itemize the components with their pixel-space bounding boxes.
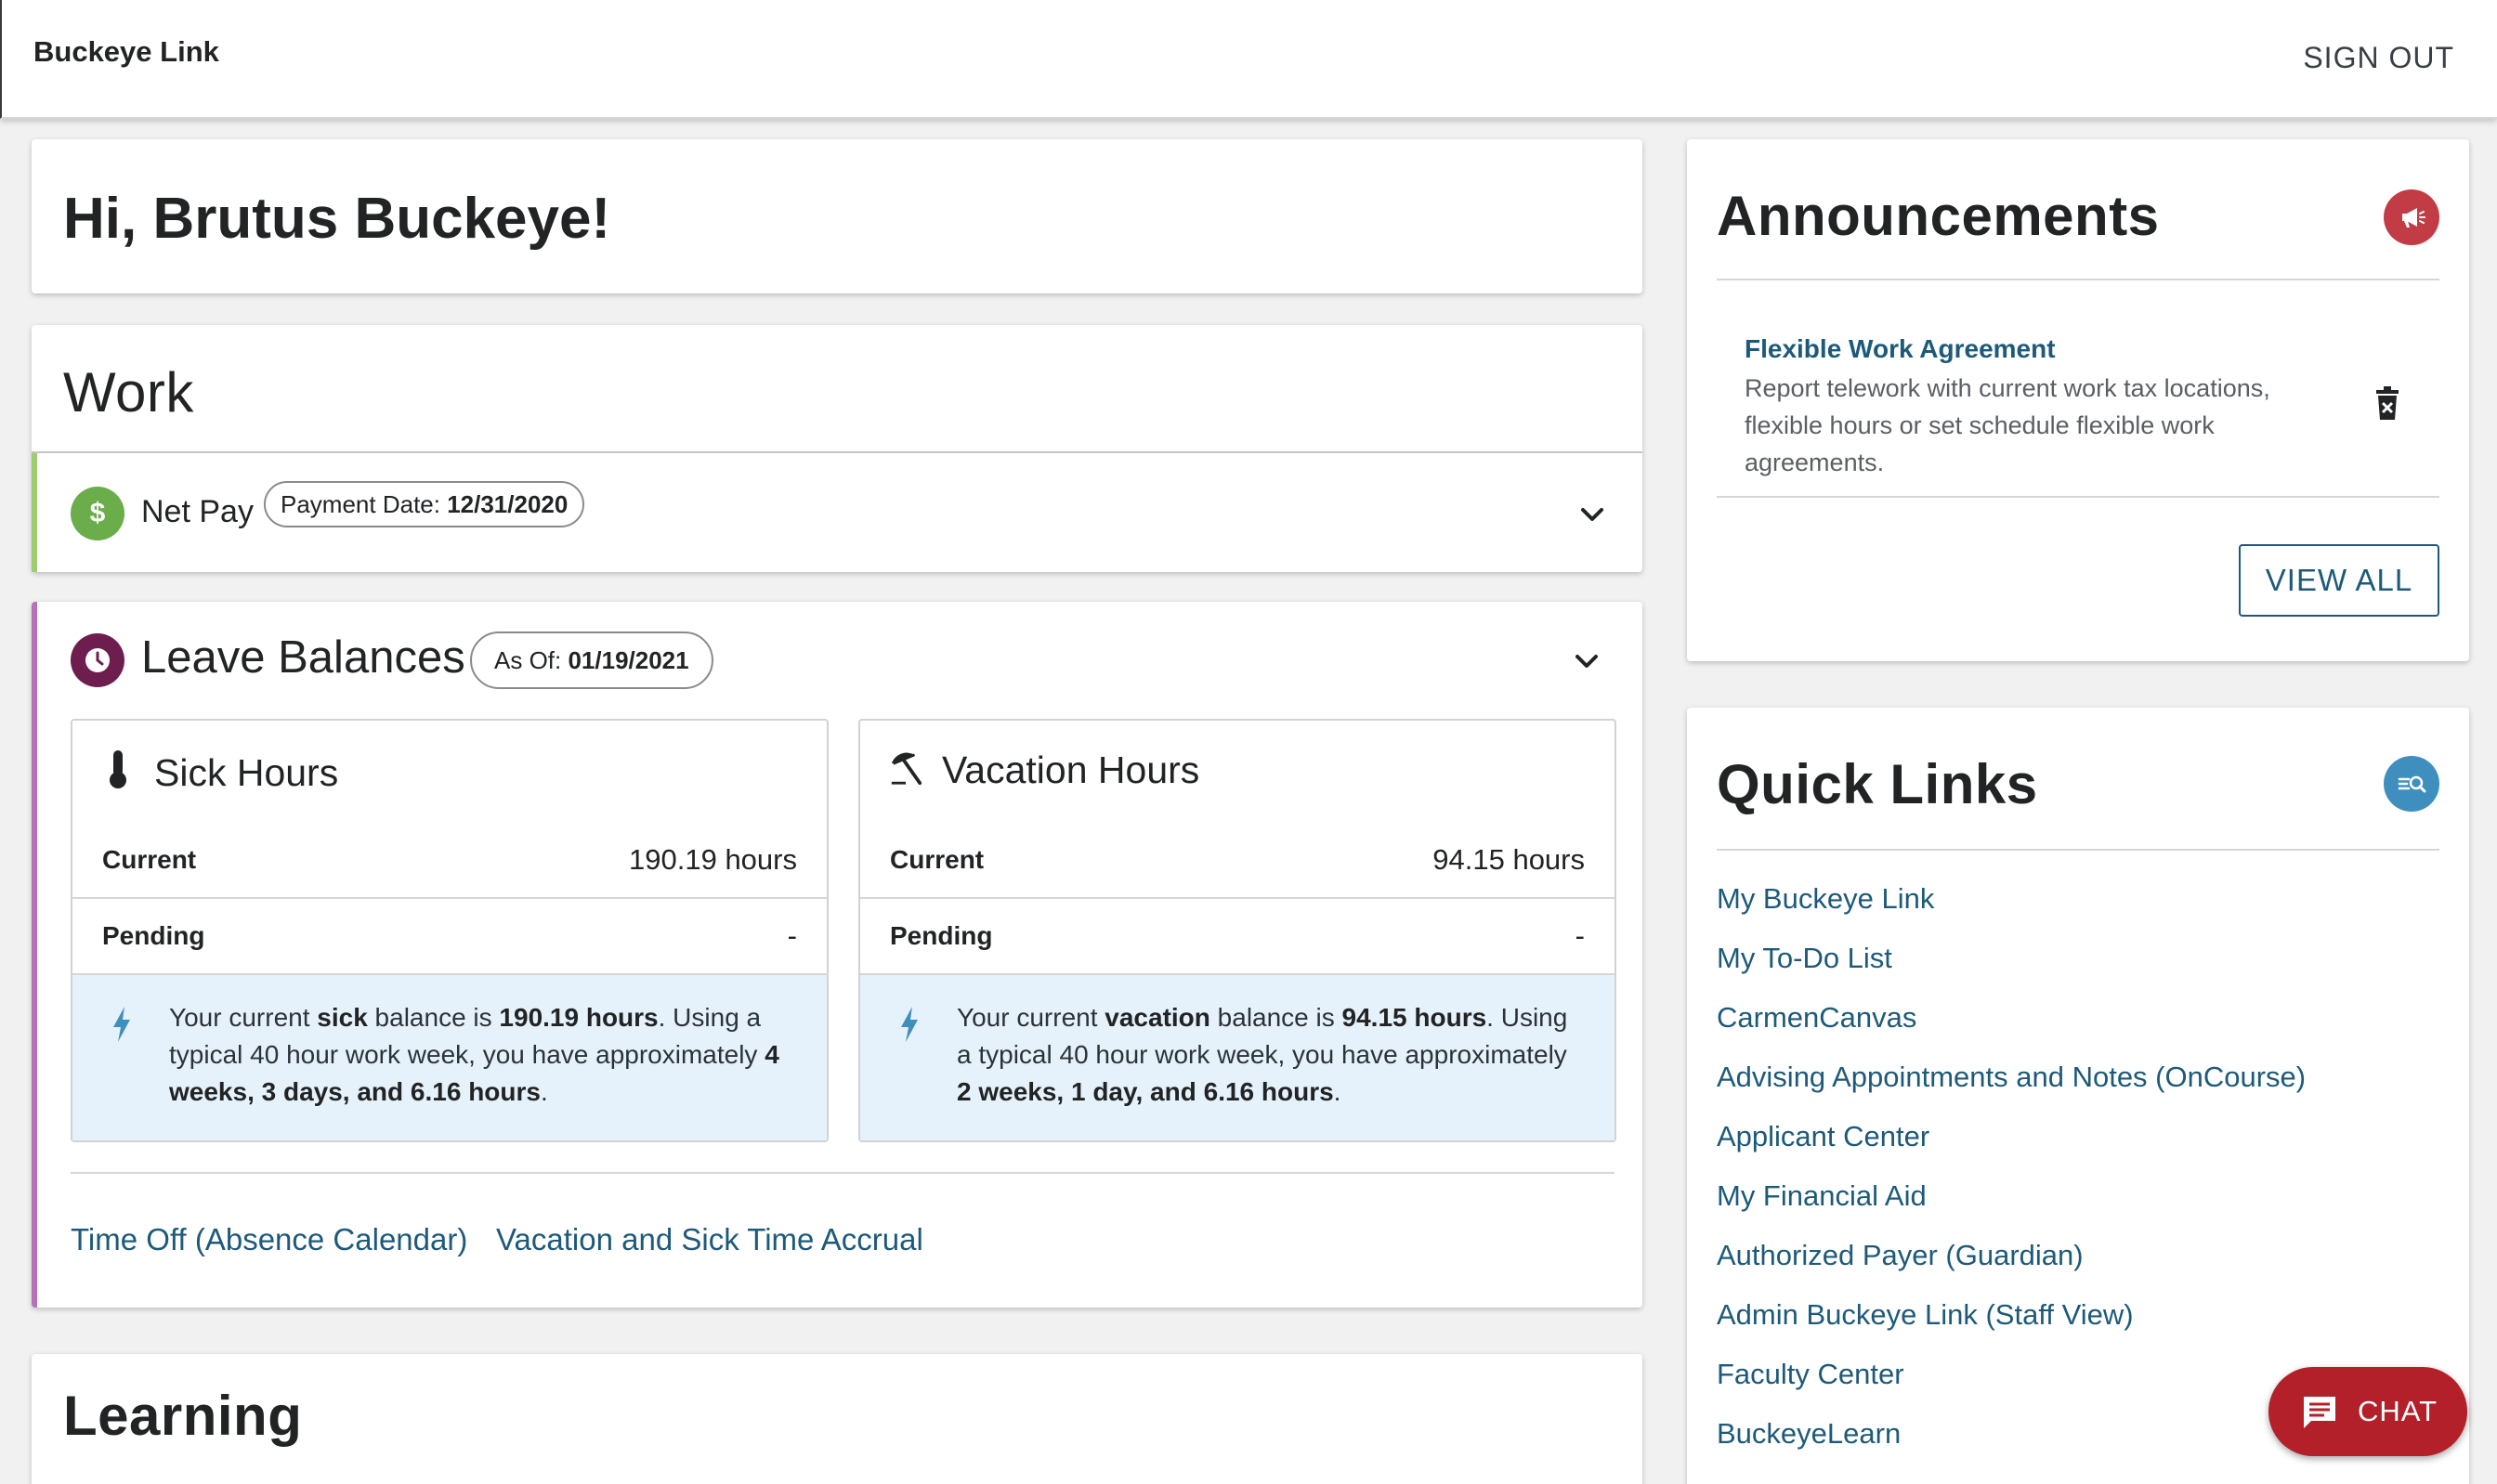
as-of-label: As Of: <box>494 646 569 674</box>
sick-hours-heading: Sick Hours <box>100 749 338 799</box>
chat-button[interactable]: CHAT <box>2268 1367 2467 1456</box>
chat-label: CHAT <box>2358 1395 2438 1427</box>
beach-umbrella-icon <box>888 751 923 796</box>
net-pay-row[interactable]: $ Net Pay Payment Date: 12/31/2020 <box>32 453 1642 572</box>
view-all-button[interactable]: VIEW ALL <box>2239 544 2439 617</box>
divider <box>1717 849 2439 851</box>
announcements-card: Announcements Flexible Work Agreement Re… <box>1687 139 2469 661</box>
leave-balances-card: Leave Balances As Of: 01/19/2021 Sick Ho… <box>32 602 1642 1308</box>
quick-link-item[interactable]: My Buckeye Link <box>1717 880 2306 940</box>
top-bar: Buckeye Link SIGN OUT <box>0 0 2497 119</box>
quick-link-item[interactable]: CarmenCanvas <box>1717 999 2306 1059</box>
quick-link-item[interactable]: Applicant Center <box>1717 1118 2306 1178</box>
divider <box>1717 496 2439 498</box>
quick-link-item[interactable]: Advising Appointments and Notes (OnCours… <box>1717 1059 2306 1118</box>
leave-balances-heading: Leave Balances <box>141 632 465 683</box>
current-label: Current <box>890 845 985 874</box>
megaphone-icon[interactable] <box>2384 189 2439 245</box>
greeting-card: Hi, Brutus Buckeye! <box>32 139 1642 293</box>
sick-hours-title: Sick Hours <box>154 751 339 794</box>
dollar-icon: $ <box>71 487 124 540</box>
chevron-down-icon[interactable] <box>1568 643 1605 680</box>
vacation-hours-title: Vacation Hours <box>942 749 1200 791</box>
announcement-title[interactable]: Flexible Work Agreement <box>1745 334 2056 364</box>
brand-title[interactable]: Buckeye Link <box>33 35 219 69</box>
current-value: 94.15 hours <box>1432 843 1585 876</box>
delete-icon[interactable] <box>2374 384 2400 422</box>
announcement-description: Report telework with current work tax lo… <box>1745 374 2270 476</box>
thermometer-icon <box>100 749 136 799</box>
quick-link-item[interactable]: Authorized Payer (Guardian) <box>1717 1237 2306 1296</box>
clock-icon <box>71 633 124 687</box>
accrual-link[interactable]: Vacation and Sick Time Accrual <box>496 1222 923 1257</box>
time-off-link[interactable]: Time Off (Absence Calendar) <box>71 1222 467 1257</box>
lightning-icon <box>901 1007 918 1042</box>
quick-link-item[interactable]: My Financial Aid <box>1717 1178 2306 1237</box>
work-card: Work $ Net Pay Payment Date: 12/31/2020 <box>32 325 1642 572</box>
divider <box>71 1172 1615 1174</box>
quick-link-item[interactable]: BuckeyeLearn <box>1717 1415 2306 1475</box>
chat-icon <box>2304 1397 2335 1428</box>
sick-current-row: Current 190.19 hours <box>72 823 827 899</box>
quick-links-heading: Quick Links <box>1717 753 2038 815</box>
sick-pending-row: Pending - <box>72 897 827 973</box>
pending-label: Pending <box>890 921 993 950</box>
sick-info-text: Your current sick balance is 190.19 hour… <box>169 1003 779 1106</box>
vacation-pending-row: Pending - <box>860 897 1615 973</box>
vacation-info-text: Your current vacation balance is 94.15 h… <box>957 1003 1568 1106</box>
divider <box>1717 279 2439 280</box>
pending-label: Pending <box>102 921 205 950</box>
net-pay-label: Net Pay <box>141 494 254 529</box>
current-value: 190.19 hours <box>629 843 797 876</box>
sick-info-box: Your current sick balance is 190.19 hour… <box>72 973 827 1140</box>
current-label: Current <box>102 845 197 874</box>
learning-heading: Learning <box>63 1385 303 1447</box>
payment-date-value: 12/31/2020 <box>447 490 569 518</box>
as-of-value: 01/19/2021 <box>568 646 689 674</box>
payment-date-badge: Payment Date: 12/31/2020 <box>264 481 585 527</box>
payment-date-label: Payment Date: <box>281 490 448 518</box>
vacation-hours-panel: Vacation Hours Current 94.15 hours Pendi… <box>858 719 1616 1142</box>
quick-link-item[interactable]: Admin Buckeye Link (Staff View) <box>1717 1296 2306 1356</box>
work-heading: Work <box>63 361 194 423</box>
greeting-heading: Hi, Brutus Buckeye! <box>63 187 611 251</box>
learning-card: Learning <box>32 1354 1642 1484</box>
chevron-down-icon[interactable] <box>1574 496 1611 533</box>
vacation-current-row: Current 94.15 hours <box>860 823 1615 899</box>
pending-value: - <box>1575 919 1585 952</box>
quick-link-item[interactable]: Faculty Center <box>1717 1356 2306 1415</box>
vacation-info-box: Your current vacation balance is 94.15 h… <box>860 973 1615 1140</box>
search-list-icon[interactable] <box>2384 756 2439 812</box>
quick-links-list: My Buckeye Link My To-Do List CarmenCanv… <box>1717 880 2306 1475</box>
pending-value: - <box>787 919 797 952</box>
as-of-badge: As Of: 01/19/2021 <box>470 631 713 689</box>
quick-link-item[interactable]: My To-Do List <box>1717 940 2306 999</box>
announcements-heading: Announcements <box>1717 185 2160 247</box>
sick-hours-panel: Sick Hours Current 190.19 hours Pending … <box>71 719 829 1142</box>
lightning-icon <box>113 1007 130 1042</box>
vacation-hours-heading: Vacation Hours <box>888 749 1199 796</box>
sign-out-button[interactable]: SIGN OUT <box>2303 41 2454 75</box>
